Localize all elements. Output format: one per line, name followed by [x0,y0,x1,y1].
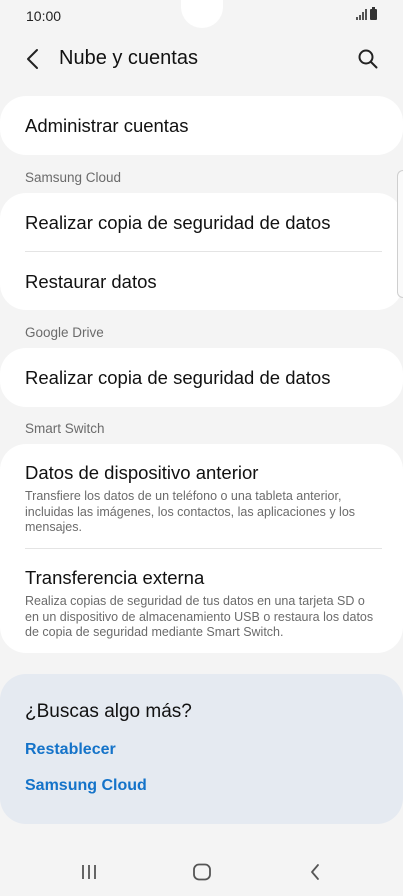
chevron-left-icon [27,49,38,69]
smart-switch-card: Datos de dispositivo anterior Transfiere… [0,444,403,653]
navigation-bar [0,848,403,896]
signal-icon [356,9,367,20]
app-header: Nube y cuentas [0,36,403,82]
previous-device-description: Transfiere los datos de un teléfono o un… [25,489,356,534]
section-label-google-drive: Google Drive [25,325,104,340]
suggestions-title: ¿Buscas algo más? [25,701,192,722]
search-icon [358,49,378,69]
samsung-restore-item[interactable]: Restaurar datos [0,271,403,293]
samsung-backup-item[interactable]: Realizar copia de seguridad de datos [0,212,403,234]
camera-notch [181,0,223,28]
section-label-samsung-cloud: Samsung Cloud [25,170,122,185]
status-time: 10:00 [26,8,62,24]
samsung-cloud-link[interactable]: Samsung Cloud [25,777,147,795]
previous-device-item[interactable]: Datos de dispositivo anterior Transfiere… [0,462,403,536]
divider [25,251,382,252]
home-button[interactable] [182,858,222,886]
external-transfer-title: Transferencia externa [25,567,205,588]
reset-link[interactable]: Restablecer [25,741,116,759]
google-backup-label: Realizar copia de seguridad de datos [25,367,331,388]
nav-back-button[interactable] [295,858,335,886]
recent-apps-icon [82,865,96,879]
divider [25,548,382,549]
external-transfer-description: Realiza copias de seguridad de tus datos… [25,594,374,639]
home-icon [193,863,211,881]
manage-accounts-card: Administrar cuentas [0,96,403,155]
section-label-smart-switch: Smart Switch [25,421,105,436]
status-bar: 10:00 [0,0,403,32]
external-transfer-item[interactable]: Transferencia externa Realiza copias de … [0,567,403,641]
back-arrow-icon [311,864,319,880]
manage-accounts-label: Administrar cuentas [25,115,189,136]
status-icons [356,7,377,20]
manage-accounts-item[interactable]: Administrar cuentas [0,115,403,137]
google-backup-item[interactable]: Realizar copia de seguridad de datos [0,367,403,389]
recent-apps-button[interactable] [69,858,109,886]
previous-device-title: Datos de dispositivo anterior [25,462,259,483]
samsung-backup-label: Realizar copia de seguridad de datos [25,212,331,233]
search-button[interactable] [353,44,383,74]
samsung-cloud-card: Realizar copia de seguridad de datos Res… [0,193,403,310]
suggestions-card: ¿Buscas algo más? Restablecer Samsung Cl… [0,674,403,824]
scroll-handle[interactable] [397,170,403,298]
samsung-restore-label: Restaurar datos [25,271,157,292]
battery-icon [370,7,377,20]
page-title: Nube y cuentas [59,47,198,69]
google-drive-card: Realizar copia de seguridad de datos [0,348,403,407]
back-button[interactable] [18,44,48,74]
